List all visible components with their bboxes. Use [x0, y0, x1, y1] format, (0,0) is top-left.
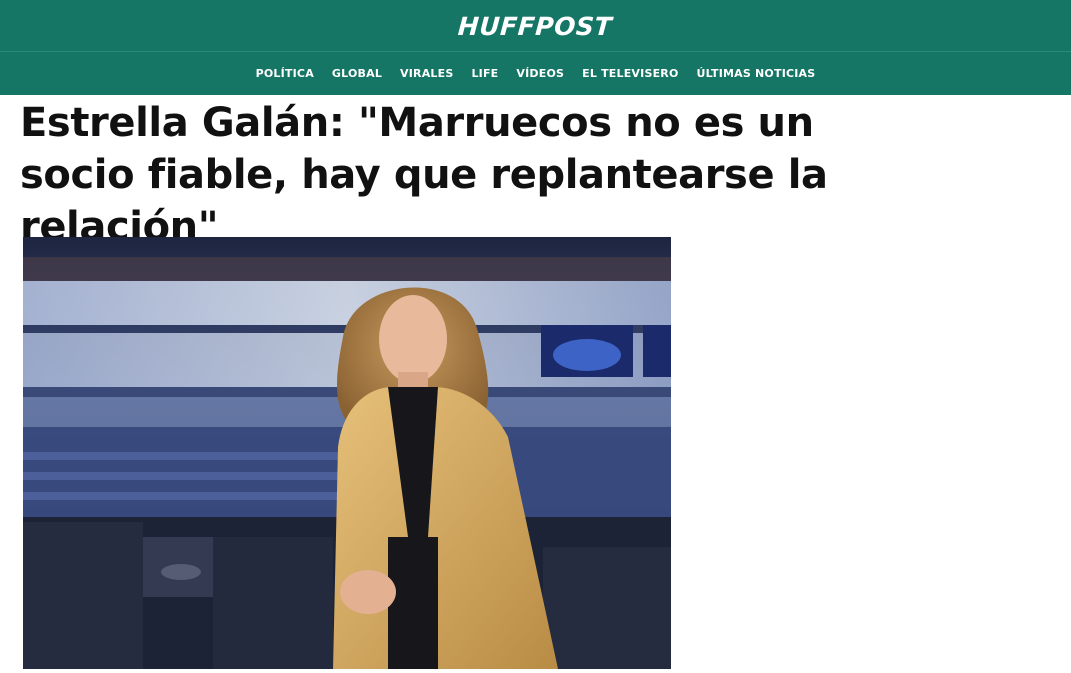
- nav-item-global[interactable]: GLOBAL: [332, 67, 382, 80]
- article-photo[interactable]: [23, 237, 671, 669]
- nav-item-el-televisero[interactable]: EL TELEVISERO: [582, 67, 678, 80]
- nav-item-life[interactable]: LIFE: [471, 67, 498, 80]
- logo-bar: HUFFPOST: [0, 0, 1071, 52]
- main-nav: POLÍTICA GLOBAL VIRALES LIFE VÍDEOS EL T…: [0, 52, 1071, 95]
- site-logo[interactable]: HUFFPOST: [457, 12, 613, 41]
- nav-item-virales[interactable]: VIRALES: [400, 67, 453, 80]
- photo-illustration: [23, 237, 671, 669]
- site-header: HUFFPOST POLÍTICA GLOBAL VIRALES LIFE VÍ…: [0, 0, 1071, 95]
- nav-item-ultimas-noticias[interactable]: ÚLTIMAS NOTICIAS: [697, 67, 816, 80]
- nav-item-videos[interactable]: VÍDEOS: [516, 67, 564, 80]
- article-headline: Estrella Galán: "Marruecos no es un soci…: [20, 100, 828, 250]
- nav-item-politica[interactable]: POLÍTICA: [256, 67, 314, 80]
